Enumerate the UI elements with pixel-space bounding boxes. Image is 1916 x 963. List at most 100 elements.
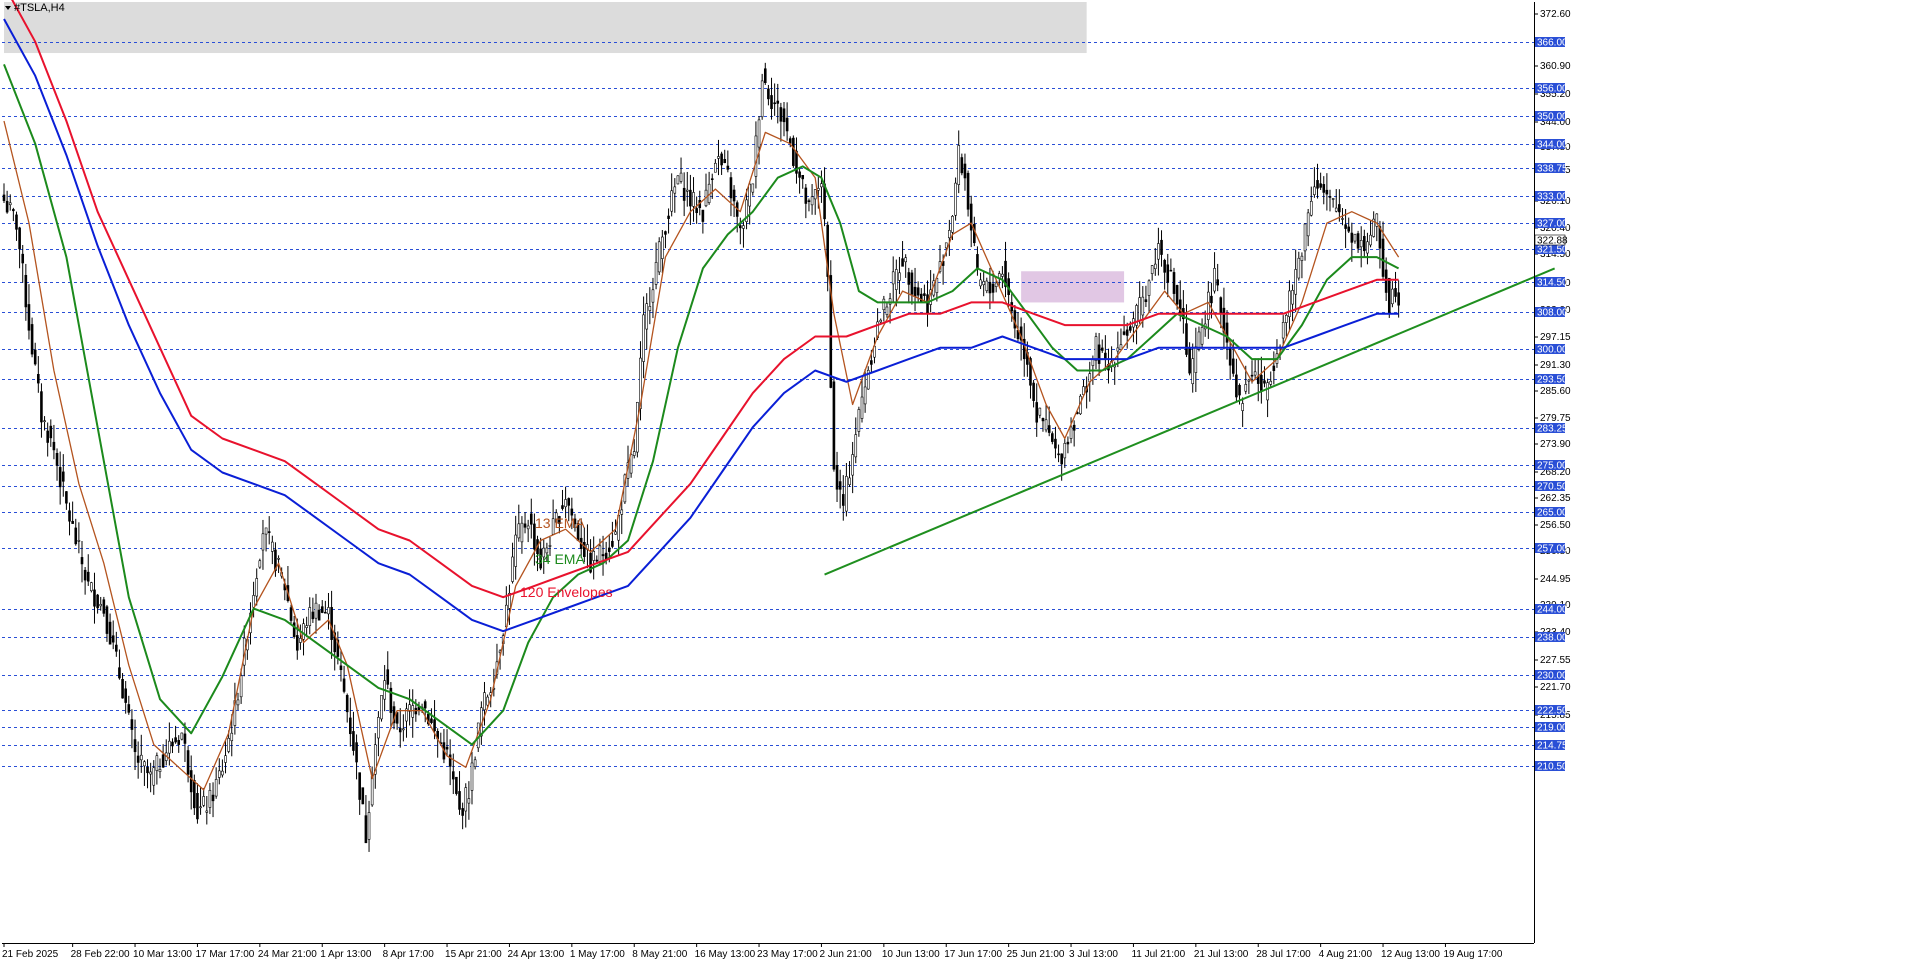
candle-body: [402, 728, 405, 731]
candle-body: [1281, 322, 1285, 339]
candle-body: [1147, 280, 1151, 296]
candle-body: [349, 717, 352, 735]
candle-body: [324, 611, 327, 614]
time-tick-label: 2 Jun 21:00: [819, 949, 872, 960]
candle-body: [1185, 323, 1188, 355]
candle-body: [1210, 295, 1213, 304]
candle-body: [870, 360, 873, 365]
candle-body: [1166, 264, 1170, 283]
candle-body: [1313, 186, 1316, 195]
candle-body: [40, 391, 43, 423]
level-badge-label: 366.00: [1537, 38, 1568, 49]
candle-body: [1228, 347, 1232, 366]
candle-body: [43, 420, 46, 423]
candle-body: [1097, 344, 1101, 364]
candle-body: [595, 559, 599, 562]
candle-body: [90, 582, 93, 592]
candle-body: [957, 145, 961, 185]
candle-body: [1387, 277, 1391, 313]
candle-body: [767, 88, 770, 100]
candle-body: [773, 102, 776, 105]
candle-body: [848, 477, 851, 486]
candle-body: [529, 513, 533, 525]
candle-body: [807, 200, 811, 202]
candle-body: [1231, 358, 1235, 374]
candle-body: [954, 182, 957, 216]
price-tick-label: 256.50: [1540, 520, 1571, 531]
level-badge-label: 214.75: [1537, 741, 1568, 752]
candle-body: [798, 171, 801, 178]
candle-body: [882, 298, 886, 311]
candle-body: [607, 547, 611, 552]
candle-body: [901, 258, 904, 267]
chart-canvas[interactable]: 13 EMA 34 EMA 120 Envelopes 372.60 360.90 35…: [0, 0, 1916, 963]
candle-body: [720, 153, 723, 166]
candle-body: [723, 159, 727, 164]
candle-body: [168, 740, 171, 754]
candle-body: [879, 319, 883, 323]
time-tick-label: 1 May 17:00: [570, 949, 625, 960]
time-tick-label: 15 Apr 21:00: [445, 949, 502, 960]
candle-body: [483, 692, 486, 711]
price-axis[interactable]: 372.60360.90355.20344.00337.80331.95326.…: [1534, 9, 1571, 773]
candle-body: [910, 272, 914, 295]
candle-body: [654, 262, 658, 285]
candle-body: [835, 465, 839, 490]
price-tick-label: 262.35: [1540, 493, 1571, 504]
candle-body: [239, 675, 243, 698]
candle-body: [1344, 224, 1347, 229]
candle-body: [1150, 265, 1154, 274]
level-badge-label: 344.00: [1537, 140, 1568, 151]
candle-body: [966, 172, 970, 210]
candle-body: [221, 770, 224, 776]
candle-body: [1175, 285, 1179, 305]
candle-body: [523, 523, 527, 528]
candle-body: [1169, 269, 1173, 272]
level-badge-label: 333.00: [1537, 192, 1568, 203]
candle-body: [1163, 259, 1166, 273]
symbol-header[interactable]: #TSLA,H4: [5, 2, 65, 14]
candle-body: [271, 541, 274, 552]
level-badge-label: 327.00: [1537, 219, 1568, 230]
candle-body: [982, 281, 985, 286]
price-tick-label: 279.75: [1540, 413, 1571, 424]
candle-body: [1041, 418, 1045, 422]
candle-body: [8, 202, 12, 206]
candle-body: [717, 156, 720, 159]
candle-body: [339, 665, 343, 671]
candle-body: [988, 281, 992, 294]
candle-body: [673, 186, 677, 194]
candle-body: [133, 739, 137, 753]
time-tick-label: 4 Aug 21:00: [1319, 949, 1373, 960]
time-tick-label: 11 Jul 21:00: [1131, 949, 1185, 960]
candle-body: [1160, 239, 1163, 255]
candle-body: [146, 766, 149, 774]
candle-body: [380, 695, 383, 720]
candle-body: [895, 269, 898, 290]
time-tick-label: 28 Feb 22:00: [71, 949, 130, 960]
candle-body: [1001, 273, 1004, 277]
candle-body: [24, 274, 28, 308]
level-badge-label: 219.00: [1537, 723, 1568, 734]
candle-body: [1069, 426, 1073, 439]
candle-body: [15, 214, 18, 230]
candle-body: [143, 761, 146, 767]
candle-body: [255, 578, 259, 597]
candle-body: [1291, 290, 1294, 305]
candle-body: [398, 728, 402, 733]
candle-body: [763, 68, 767, 84]
candle-body: [1331, 198, 1335, 200]
time-axis[interactable]: 21 Feb 2025 28 Feb 22:00 10 Mar 13:00 17 Ma…: [2, 943, 1503, 960]
candle-body: [80, 557, 84, 565]
candle-body: [214, 779, 218, 797]
candle-body: [1213, 268, 1216, 292]
candle-body: [1366, 241, 1369, 254]
candle-body: [1309, 200, 1313, 216]
candle-body: [913, 286, 917, 297]
candle-body: [1035, 402, 1039, 423]
candle-body: [642, 314, 645, 362]
plot-area[interactable]: [2, 2, 1534, 943]
candle-body: [423, 701, 427, 709]
price-tick-label: 244.95: [1540, 574, 1571, 585]
candle-body: [46, 430, 49, 443]
